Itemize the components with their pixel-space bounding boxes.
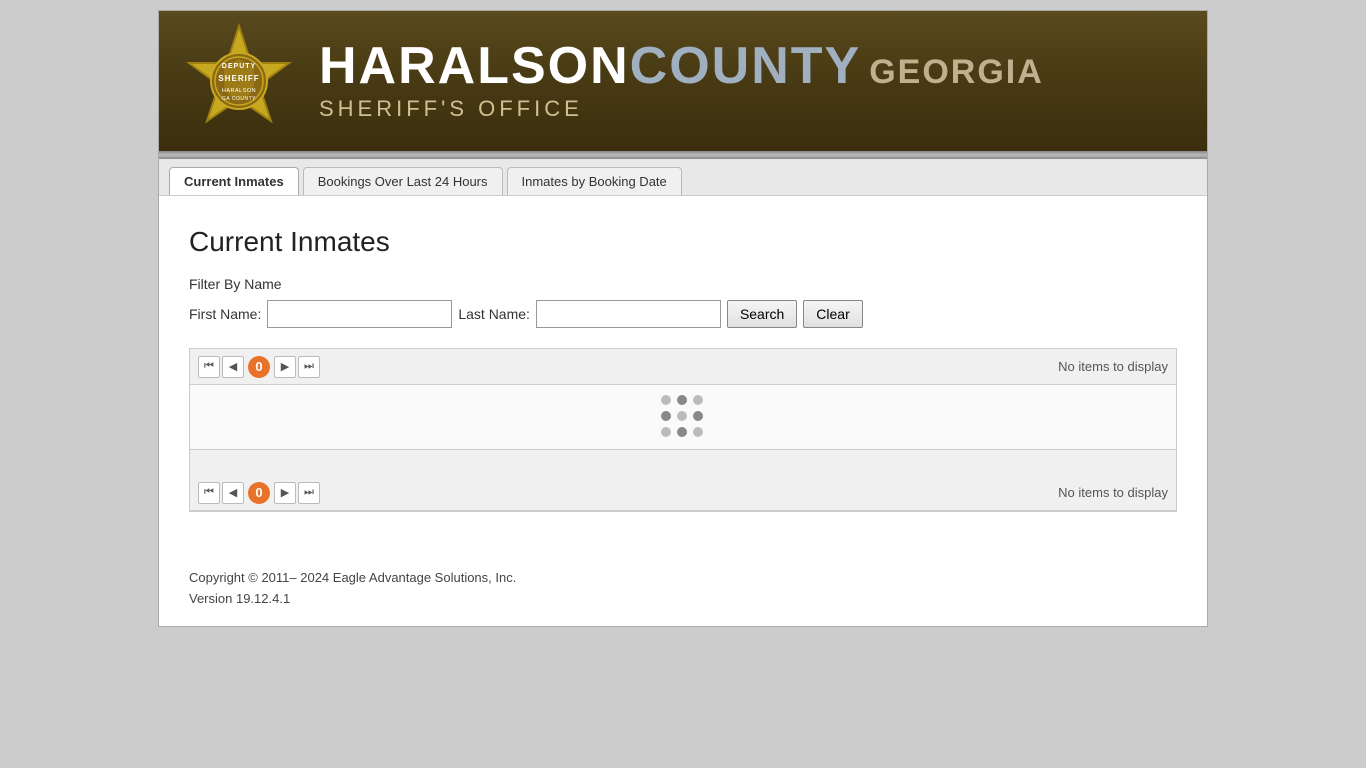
pager-last-top[interactable]: ⏭ bbox=[298, 356, 320, 378]
loading-spinner bbox=[661, 395, 705, 439]
dot-4 bbox=[661, 411, 671, 421]
pager-last-bottom[interactable]: ⏭ bbox=[298, 482, 320, 504]
pager-next-bottom[interactable]: ▶ bbox=[274, 482, 296, 504]
grid-toolbar-bottom: ⏮ ◀ 0 ▶ ⏭ No items to display bbox=[190, 475, 1176, 511]
grid-empty-row bbox=[190, 449, 1176, 475]
header-stripe bbox=[159, 151, 1207, 159]
tab-inmates-booking-date[interactable]: Inmates by Booking Date bbox=[507, 167, 682, 195]
tab-bookings-24hrs[interactable]: Bookings Over Last 24 Hours bbox=[303, 167, 503, 195]
tabs-container: Current Inmates Bookings Over Last 24 Ho… bbox=[159, 159, 1207, 196]
clear-button[interactable]: Clear bbox=[803, 300, 862, 328]
filter-by-name-label: Filter By Name bbox=[189, 276, 1177, 292]
header-subtitle: SHERIFF'S OFFICE bbox=[319, 96, 583, 122]
dot-9 bbox=[693, 427, 703, 437]
version-text: Version 19.12.4.1 bbox=[189, 589, 1177, 610]
pager-first-top[interactable]: ⏮ bbox=[198, 356, 220, 378]
pager-prev-top[interactable]: ◀ bbox=[222, 356, 244, 378]
search-button[interactable]: Search bbox=[727, 300, 797, 328]
last-name-input[interactable] bbox=[536, 300, 721, 328]
title-georgia: GEORGIA bbox=[869, 53, 1044, 91]
pager-count-bottom: 0 bbox=[248, 482, 270, 504]
dot-8 bbox=[677, 427, 687, 437]
pager-controls-top: ⏮ ◀ 0 ▶ ⏭ bbox=[198, 356, 320, 378]
dot-2 bbox=[677, 395, 687, 405]
footer: Copyright © 2011– 2024 Eagle Advantage S… bbox=[159, 552, 1207, 626]
pager-controls-bottom: ⏮ ◀ 0 ▶ ⏭ bbox=[198, 482, 320, 504]
main-content: Current Inmates Filter By Name First Nam… bbox=[159, 196, 1207, 552]
sheriff-badge: DEPUTY SHERIFF HARALSON GA COUNTY bbox=[179, 21, 299, 141]
header-title: HARALSONCOUNTYGEORGIA SHERIFF'S OFFICE bbox=[319, 40, 1044, 122]
grid-container: ⏮ ◀ 0 ▶ ⏭ No items to display bbox=[189, 348, 1177, 512]
header: DEPUTY SHERIFF HARALSON GA COUNTY HARALS… bbox=[159, 11, 1207, 151]
title-county: COUNTY bbox=[630, 37, 862, 95]
copyright-text: Copyright © 2011– 2024 Eagle Advantage S… bbox=[189, 568, 1177, 589]
svg-text:DEPUTY: DEPUTY bbox=[222, 63, 256, 70]
pager-first-bottom[interactable]: ⏮ bbox=[198, 482, 220, 504]
pager-count-top: 0 bbox=[248, 356, 270, 378]
svg-text:GA COUNTY: GA COUNTY bbox=[222, 96, 256, 102]
tab-current-inmates[interactable]: Current Inmates bbox=[169, 167, 299, 195]
grid-status-bottom: No items to display bbox=[1058, 485, 1168, 500]
grid-toolbar-top: ⏮ ◀ 0 ▶ ⏭ No items to display bbox=[190, 349, 1176, 385]
grid-status-top: No items to display bbox=[1058, 359, 1168, 374]
pager-next-top[interactable]: ▶ bbox=[274, 356, 296, 378]
dot-3 bbox=[693, 395, 703, 405]
dot-7 bbox=[661, 427, 671, 437]
first-name-label: First Name: bbox=[189, 306, 261, 322]
svg-text:SHERIFF: SHERIFF bbox=[218, 74, 259, 83]
page-title: Current Inmates bbox=[189, 226, 1177, 258]
last-name-label: Last Name: bbox=[458, 306, 530, 322]
pager-prev-bottom[interactable]: ◀ bbox=[222, 482, 244, 504]
svg-text:HARALSON: HARALSON bbox=[222, 88, 256, 94]
dot-6 bbox=[693, 411, 703, 421]
first-name-input[interactable] bbox=[267, 300, 452, 328]
title-haralson: HARALSON bbox=[319, 37, 630, 95]
grid-body bbox=[190, 385, 1176, 449]
filter-row: First Name: Last Name: Search Clear bbox=[189, 300, 1177, 328]
dot-5 bbox=[677, 411, 687, 421]
dot-1 bbox=[661, 395, 671, 405]
